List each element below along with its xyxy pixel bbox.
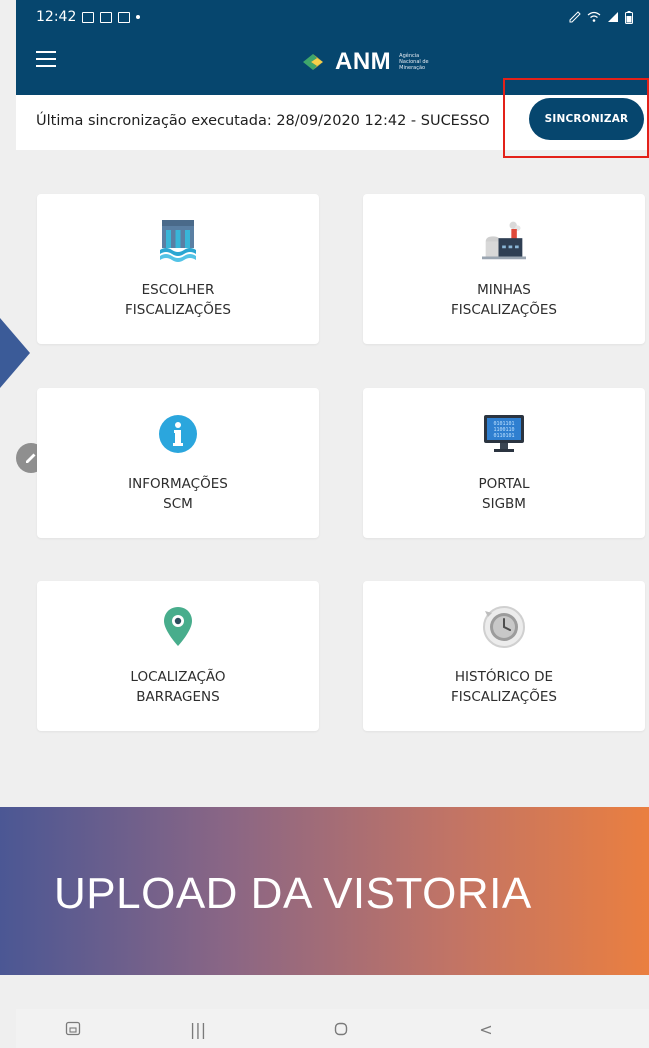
side-arrow-icon[interactable] [0, 318, 30, 388]
logo-subtitle-line-3: Mineração [399, 65, 426, 71]
sync-status-text: Última sincronização executada: 28/09/20… [36, 113, 490, 129]
info-icon [159, 415, 197, 453]
back-icon[interactable]: < [474, 1019, 498, 1039]
tile-label: MINHAS FISCALIZAÇÕES [451, 280, 557, 320]
factory-icon [482, 221, 526, 260]
tile-label-line-1: LOCALIZAÇÃO [130, 669, 226, 685]
tile-label-line-1: HISTÓRICO DE [454, 669, 554, 685]
app-header: 12:42 ANM Agência Nacional de Mineração [16, 0, 649, 95]
status-bar: 12:42 [16, 0, 649, 34]
tile-label-line-2: SIGBM [482, 496, 526, 512]
banner-title: UPLOAD DA VISTORIA [54, 869, 532, 918]
screen-icon[interactable] [61, 1019, 85, 1039]
tile-minhas-fiscalizacoes[interactable]: MINHAS FISCALIZAÇÕES [363, 194, 645, 344]
tile-informacoes-scm[interactable]: INFORMAÇÕES SCM [37, 388, 319, 538]
recents-icon[interactable]: ||| [186, 1019, 210, 1039]
tile-label: LOCALIZAÇÃO BARRAGENS [130, 667, 225, 707]
tile-label-line-2: FISCALIZAÇÕES [451, 302, 557, 318]
media-icon [100, 11, 113, 23]
monitor-icon: 0101101 1100110 0110101 [484, 415, 524, 452]
tile-label-line-1: ESCOLHER [141, 282, 215, 298]
signal-icon [608, 12, 618, 22]
wifi-icon [587, 11, 601, 22]
tile-label-line-1: INFORMAÇÕES [128, 476, 228, 492]
tile-label: PORTAL SIGBM [478, 474, 529, 514]
tile-label-line-2: FISCALIZAÇÕES [451, 689, 557, 705]
anm-logo-mark-icon [303, 54, 323, 70]
map-pin-icon [164, 607, 192, 646]
hamburger-menu-icon[interactable] [36, 51, 56, 67]
tile-localizacao-barragens[interactable]: LOCALIZAÇÃO BARRAGENS [37, 581, 319, 731]
dam-icon [160, 220, 196, 262]
tile-label-line-2: SCM [163, 496, 193, 512]
status-bar-left: 12:42 [36, 9, 141, 25]
tile-label: ESCOLHER FISCALIZAÇÕES [125, 280, 231, 320]
edit-pen-icon [569, 11, 581, 23]
sincronizar-button[interactable]: SINCRONIZAR [529, 98, 644, 140]
tile-label: HISTÓRICO DE FISCALIZAÇÕES [451, 667, 557, 707]
tile-label-line-1: PORTAL [478, 476, 530, 492]
tile-label-line-2: BARRAGENS [136, 689, 220, 705]
status-time: 12:42 [36, 9, 77, 25]
tile-escolher-fiscalizacoes[interactable]: ESCOLHER FISCALIZAÇÕES [37, 194, 319, 344]
android-nav-bar: ||| < [16, 1009, 649, 1048]
tile-label-line-2: FISCALIZAÇÕES [125, 302, 231, 318]
history-clock-icon [483, 606, 525, 648]
dot-icon [136, 15, 141, 19]
tile-portal-sigbm[interactable]: 0101101 1100110 0110101 PORTAL SIGBM [363, 388, 645, 538]
logo-subtitle: Agência Nacional de Mineração [399, 53, 428, 71]
app-bar: ANM Agência Nacional de Mineração [16, 34, 649, 95]
tile-label-line-1: MINHAS [477, 282, 531, 298]
battery-icon [625, 10, 633, 24]
svg-text:0110101: 0110101 [493, 433, 514, 439]
image-icon [82, 11, 95, 23]
anm-logo: ANM Agência Nacional de Mineração [303, 48, 429, 76]
tile-label: INFORMAÇÕES SCM [128, 474, 228, 514]
home-icon[interactable] [329, 1019, 353, 1039]
status-bar-right [569, 10, 633, 24]
pencil-icon [26, 453, 36, 463]
logo-text: ANM [335, 48, 392, 75]
upload-vistoria-banner: UPLOAD DA VISTORIA [0, 807, 649, 975]
app-screen: 12:42 ANM Agência Nacional de Mineração … [0, 0, 649, 1048]
gallery-icon [118, 11, 131, 23]
tile-historico-fiscalizacoes[interactable]: HISTÓRICO DE FISCALIZAÇÕES [363, 581, 645, 731]
